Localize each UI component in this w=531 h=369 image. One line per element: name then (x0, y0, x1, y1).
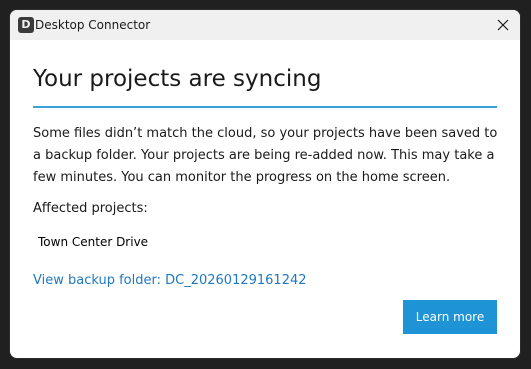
close-icon (497, 19, 509, 31)
dialog-message: Some files didn’t match the cloud, so yo… (33, 126, 498, 185)
dialog-window: D Desktop Connector Your projects are sy… (10, 10, 520, 358)
project-item: Town Center Drive (38, 235, 149, 249)
heading-divider (33, 106, 497, 108)
close-button[interactable] (486, 10, 520, 40)
dialog-content: Your projects are syncing Some files did… (10, 40, 520, 358)
view-backup-folder-link[interactable]: View backup folder: DC_20260129161242 (33, 272, 307, 290)
affected-projects-list: Town Center Drive (38, 233, 148, 251)
title-bar[interactable]: D Desktop Connector (10, 10, 520, 40)
app-icon: D (18, 17, 34, 33)
window-title: Desktop Connector (35, 18, 151, 32)
dialog-heading: Your projects are syncing (33, 66, 322, 92)
learn-more-button[interactable]: Learn more (403, 300, 497, 334)
affected-projects-label: Affected projects: (33, 201, 148, 216)
